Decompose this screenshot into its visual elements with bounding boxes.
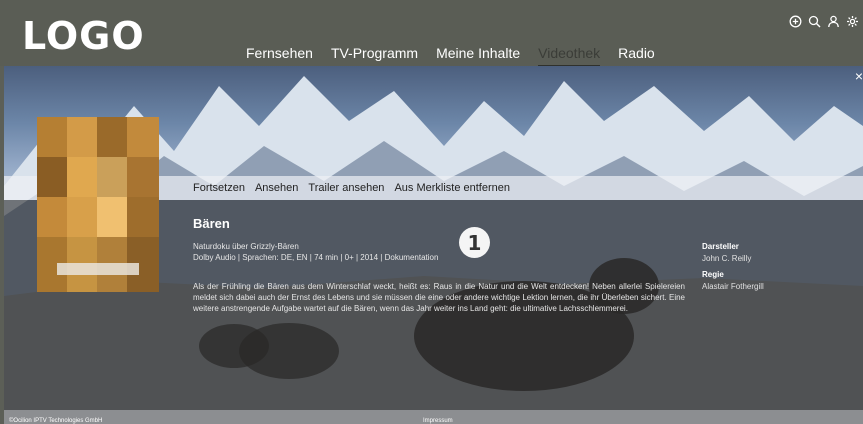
copyright: ©Ocilion IPTV Technologies GmbH	[9, 418, 103, 424]
nav-fernsehen[interactable]: Fernsehen	[246, 45, 313, 67]
nav-radio[interactable]: Radio	[618, 45, 655, 67]
gear-icon[interactable]	[846, 15, 859, 28]
movie-meta: Dolby Audio | Sprachen: DE, EN | 74 min …	[193, 253, 439, 262]
nav-meine-inhalte[interactable]: Meine Inhalte	[436, 45, 520, 67]
remove-watchlist-button[interactable]: Aus Merkliste entfernen	[394, 182, 510, 194]
top-header: LOGO Fernsehen TV-Programm Meine Inhalte…	[0, 0, 863, 67]
impressum-link[interactable]: Impressum	[423, 418, 453, 424]
cast-value: John C. Reilly	[702, 254, 752, 263]
add-icon[interactable]	[789, 15, 802, 28]
credits: Darsteller John C. Reilly Regie Alastair…	[702, 241, 764, 297]
main-nav: Fernsehen TV-Programm Meine Inhalte Vide…	[246, 45, 655, 67]
director-value: Alastair Fothergill	[702, 282, 764, 291]
movie-poster[interactable]	[37, 117, 159, 292]
search-icon[interactable]	[808, 15, 821, 28]
movie-title: Bären	[193, 216, 230, 231]
movie-subtitle: Naturdoku über Grizzly-Bären	[193, 242, 299, 251]
movie-description: Als der Frühling die Bären aus dem Winte…	[193, 282, 685, 313]
logo[interactable]: LOGO	[22, 14, 145, 58]
close-icon[interactable]: ×	[855, 68, 863, 84]
nav-tv-programm[interactable]: TV-Programm	[331, 45, 418, 67]
user-icon[interactable]	[827, 15, 840, 28]
action-buttons: Fortsetzen Ansehen Trailer ansehen Aus M…	[193, 182, 510, 194]
nav-videothek[interactable]: Videothek	[538, 45, 601, 67]
watch-button[interactable]: Ansehen	[255, 182, 298, 194]
header-icons	[789, 15, 859, 28]
cast-label: Darsteller	[702, 242, 739, 251]
director-label: Regie	[702, 270, 724, 279]
app-frame: LOGO Fernsehen TV-Programm Meine Inhalte…	[0, 0, 863, 424]
trailer-button[interactable]: Trailer ansehen	[308, 182, 384, 194]
step-badge: 1	[459, 227, 490, 258]
resume-button[interactable]: Fortsetzen	[193, 182, 245, 194]
